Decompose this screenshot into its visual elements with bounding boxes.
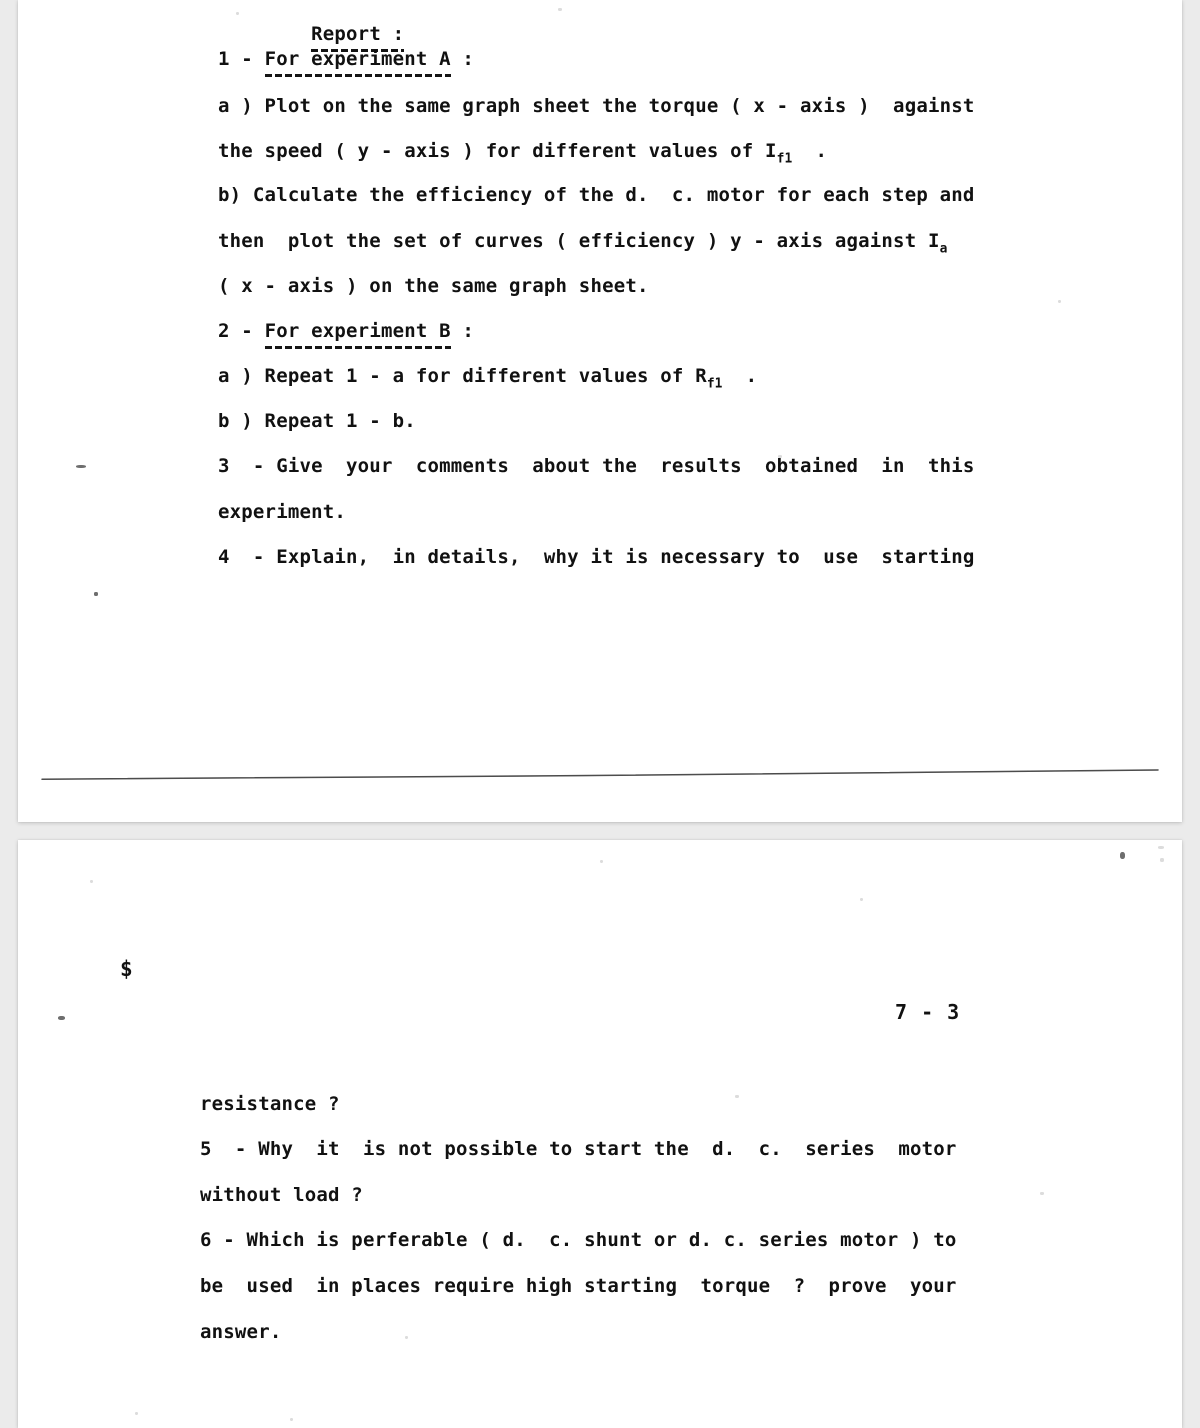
item-6-line-1: 6 - Which is perferable ( d. c. shunt or… [200, 1229, 957, 1251]
item-2a-tail: . [722, 365, 758, 387]
item-1a-line-2-text: the speed ( y - axis ) for different val… [218, 140, 777, 162]
section-2-title: For experiment B [264, 320, 452, 349]
section-1-colon: : [450, 48, 475, 70]
subscript-f1: f1 [776, 151, 793, 167]
subscript-rf1: f1 [706, 376, 723, 392]
item-6-line-2: be used in places require high starting … [200, 1275, 957, 1297]
section-2-colon: : [450, 320, 475, 342]
scan-speck [76, 465, 86, 468]
document-page-1: Report : 1 - For experiment A : a ) Plot… [18, 0, 1182, 822]
subscript-a: a [939, 241, 948, 257]
scan-speck [1058, 300, 1061, 303]
item-4-line-2: resistance ? [200, 1093, 340, 1115]
item-2b-line: b ) Repeat 1 - b. [218, 410, 416, 432]
item-3-line-1: 3 - Give your comments about the results… [218, 455, 975, 477]
section-1-number: 1 - [218, 48, 265, 70]
item-1a-line-2-tail: . [792, 140, 828, 162]
item-2a-line: a ) Repeat 1 - a for different values of… [218, 367, 757, 391]
item-1a-line-1: a ) Plot on the same graph sheet the tor… [218, 95, 975, 117]
item-3-line-2: experiment. [218, 501, 347, 523]
item-4-line-1: 4 - Explain, in details, why it is neces… [218, 546, 975, 568]
page-number: 7 - 3 [895, 1000, 961, 1024]
item-1b-line-3: ( x - axis ) on the same graph sheet. [218, 275, 649, 297]
hand-drawn-rule [40, 768, 1160, 782]
section-1-heading: 1 - For experiment A : [218, 48, 475, 77]
dollar-mark: $ [120, 957, 133, 981]
item-6-line-3: answer. [200, 1321, 282, 1343]
item-2a-text: a ) Repeat 1 - a for different values of… [218, 365, 707, 387]
section-2-heading: 2 - For experiment B : [218, 320, 475, 349]
section-2-number: 2 - [218, 320, 265, 342]
item-5-line-2: without load ? [200, 1184, 363, 1206]
scan-viewport: Report : 1 - For experiment A : a ) Plot… [0, 0, 1200, 1428]
item-1b-line-1: b) Calculate the efficiency of the d. c.… [218, 184, 975, 206]
item-1b-line-2: then plot the set of curves ( efficiency… [218, 232, 947, 256]
item-1a-line-2: the speed ( y - axis ) for different val… [218, 142, 827, 166]
scan-speck [558, 8, 562, 11]
report-heading-underlined: Report : [311, 23, 405, 52]
document-page-2 [18, 840, 1182, 1428]
scan-speck [94, 592, 98, 596]
item-1b-line-2-text: then plot the set of curves ( efficiency… [218, 230, 940, 252]
item-5-line-1: 5 - Why it is not possible to start the … [200, 1138, 957, 1160]
section-1-title: For experiment A [264, 48, 452, 77]
